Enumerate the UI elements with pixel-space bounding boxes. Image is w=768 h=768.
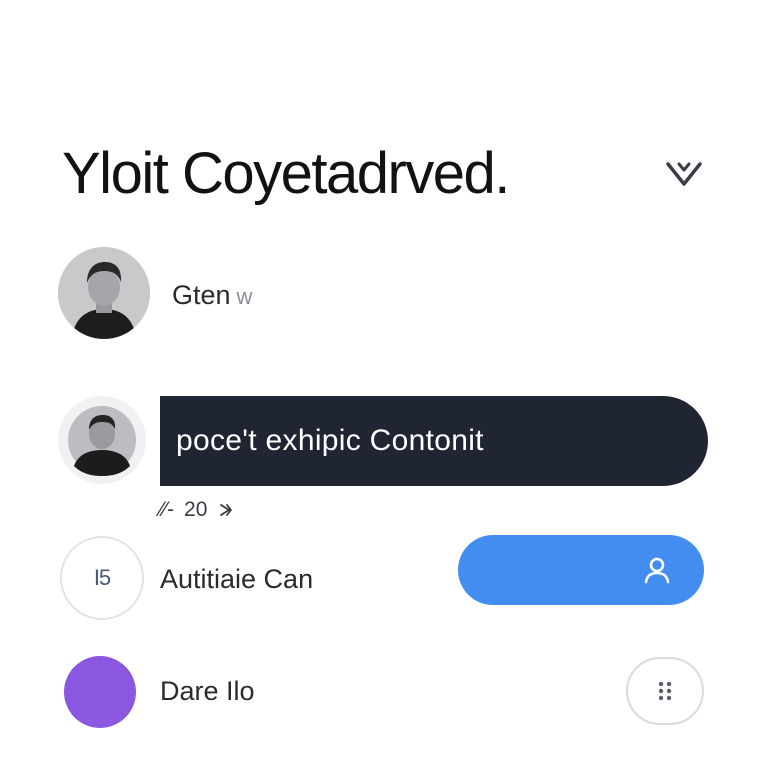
- contact-suffix: w: [236, 284, 253, 309]
- contact-name[interactable]: Gten w: [172, 280, 252, 311]
- add-contact-button[interactable]: [458, 535, 704, 605]
- avatar[interactable]: [58, 247, 150, 339]
- avatar[interactable]: [64, 656, 136, 728]
- app-badge-icon: I5: [93, 565, 111, 590]
- avatar[interactable]: [58, 396, 146, 484]
- grid-dots-icon: [658, 681, 672, 701]
- message-count: 20: [184, 498, 208, 521]
- meta-glyph: ⁄⁄-: [160, 498, 175, 521]
- chevron-down-icon[interactable]: [664, 154, 704, 190]
- reply-icon[interactable]: [217, 501, 235, 519]
- page-title: Yloit Coyetadrved.: [62, 141, 510, 206]
- more-options-button[interactable]: [626, 657, 704, 725]
- app-avatar[interactable]: I5: [60, 536, 144, 620]
- person-photo-icon: [58, 247, 150, 339]
- contact-name[interactable]: Autitiaie Can: [160, 564, 313, 595]
- contact-name[interactable]: Dare Ilo: [160, 676, 255, 707]
- contact-name-text: Gten: [172, 280, 231, 310]
- conversation-screen: Yloit Coyetadrved. Gten w poce't exhipic …: [0, 0, 768, 768]
- message-bubble[interactable]: poce't exhipic Contonit: [160, 396, 708, 486]
- user-icon: [644, 557, 670, 584]
- message-text: poce't exhipic Contonit: [176, 424, 484, 457]
- message-meta: ⁄⁄- 20: [160, 498, 235, 522]
- person-photo-icon: [68, 406, 136, 476]
